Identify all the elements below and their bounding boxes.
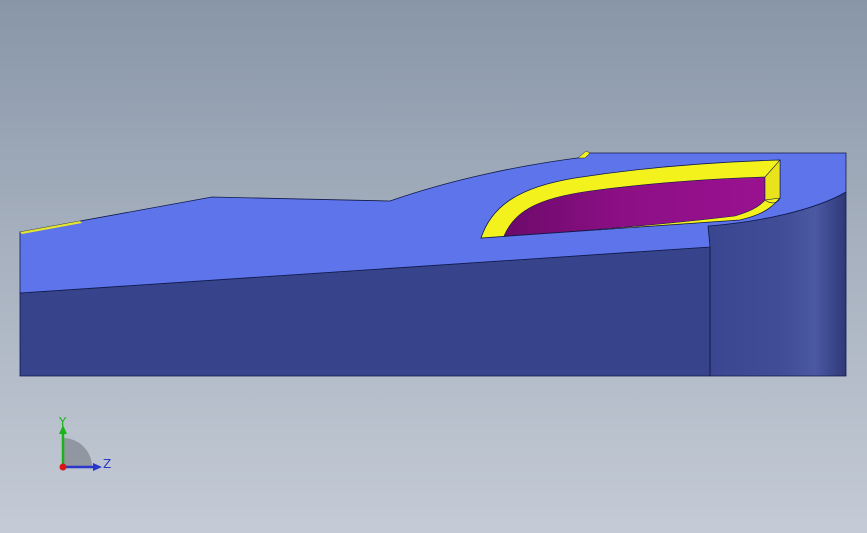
3d-model[interactable] bbox=[0, 0, 867, 533]
z-axis-label: Z bbox=[103, 457, 111, 471]
z-axis-arrow bbox=[93, 463, 102, 471]
y-axis-label: Y bbox=[58, 415, 67, 429]
graphics-viewport[interactable]: Y Z bbox=[0, 0, 867, 533]
coordinate-triad: Y Z bbox=[58, 415, 111, 471]
x-axis-origin bbox=[59, 463, 67, 471]
triad-quarter-disc bbox=[63, 438, 92, 467]
